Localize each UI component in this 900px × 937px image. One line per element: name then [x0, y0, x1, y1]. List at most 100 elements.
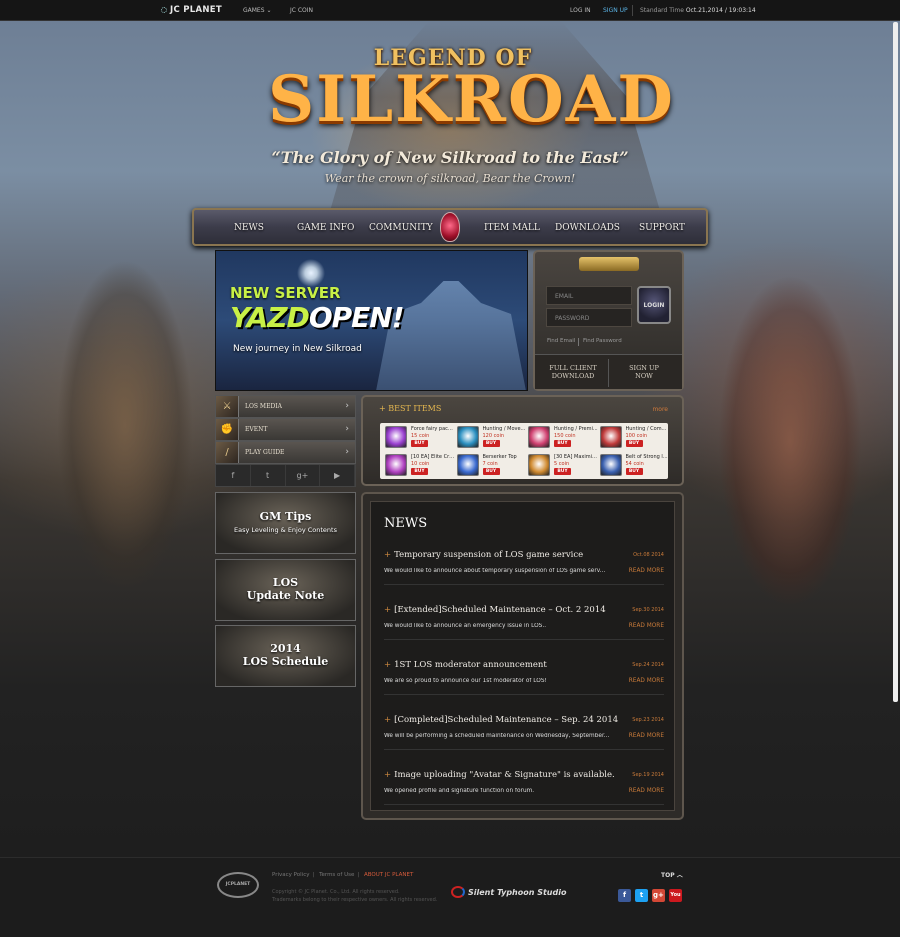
best-item[interactable]: Force fairy pack... 15 coin BUY — [383, 425, 455, 451]
item-image[interactable] — [456, 454, 479, 476]
games-menu[interactable]: GAMES ⌄ — [243, 7, 271, 14]
news-summary[interactable]: We are so proud to announce our 1st mode… — [384, 678, 622, 684]
item-name[interactable]: Hunting / Com... — [626, 426, 670, 432]
item-image[interactable] — [528, 426, 550, 448]
item-image[interactable] — [599, 454, 622, 476]
news-summary[interactable]: We would like to announce an emergency i… — [384, 623, 622, 629]
side-menu-los-media[interactable]: ⚔ LOS MEDIA › — [215, 395, 356, 418]
item-name[interactable]: [10 EA] Elite Cry... — [411, 454, 455, 460]
full-client-download-button[interactable]: FULL CLIENT DOWNLOAD — [543, 364, 603, 380]
news-summary[interactable]: We will be performing a scheduled mainte… — [384, 733, 622, 739]
terms-link[interactable]: Terms of Use — [319, 872, 354, 878]
buy-button[interactable]: BUY — [625, 468, 643, 475]
google-plus-icon[interactable]: g+ — [652, 889, 665, 902]
chevron-right-icon: › — [345, 447, 349, 457]
jc-planet-logo[interactable]: JC PLANET — [161, 5, 222, 15]
studio-logo[interactable]: Silent Typhoon Studio — [451, 886, 566, 898]
best-item[interactable]: Hunting / Move... 120 coin BUY — [455, 425, 526, 451]
item-name[interactable]: Berserker Top — [483, 454, 527, 460]
find-email-link[interactable]: Find Email — [547, 338, 575, 344]
read-more-link[interactable]: READ MORE — [629, 788, 664, 794]
news-title-text[interactable]: Image uploading "Avatar & Signature" is … — [394, 770, 615, 780]
scrollbar[interactable] — [893, 22, 898, 702]
signup-now-button[interactable]: SIGN UP NOW — [617, 364, 671, 380]
item-name[interactable]: Hunting / Premi... — [554, 426, 598, 432]
news-title[interactable]: + [Extended]Scheduled Maintenance – Oct. … — [384, 605, 606, 615]
email-field[interactable]: EMAIL — [546, 286, 632, 305]
youtube-icon[interactable]: ▶ — [320, 465, 355, 486]
buy-button[interactable]: BUY — [554, 468, 571, 475]
password-field[interactable]: PASSWORD — [546, 308, 632, 327]
news-title[interactable]: + [Completed]Scheduled Maintenance – Sep.… — [384, 715, 618, 725]
news-date: Oct.08 2014 — [633, 552, 664, 558]
news-title[interactable]: + Temporary suspension of LOS game servic… — [384, 550, 583, 560]
news-title-text[interactable]: Temporary suspension of LOS game service — [394, 550, 583, 560]
update-note-banner[interactable]: LOS Update Note — [215, 559, 356, 621]
buy-button[interactable]: BUY — [482, 468, 500, 475]
news-title-text[interactable]: [Completed]Scheduled Maintenance – Sep. … — [394, 715, 618, 725]
nav-news[interactable]: NEWS — [234, 223, 264, 233]
read-more-link[interactable]: READ MORE — [629, 623, 664, 629]
nav-community[interactable]: COMMUNITY — [369, 223, 433, 233]
twitter-icon[interactable]: t — [251, 465, 286, 486]
best-item[interactable]: Berserker Top 7 coin BUY — [455, 453, 526, 479]
youtube-icon[interactable]: You — [669, 889, 682, 902]
google-plus-icon[interactable]: g+ — [286, 465, 321, 486]
nav-item-mall[interactable]: ITEM MALL — [484, 223, 540, 233]
news-title-text[interactable]: 1ST LOS moderator announcement — [394, 660, 547, 670]
facebook-icon[interactable]: f — [618, 889, 631, 902]
find-password-link[interactable]: Find Password — [583, 338, 622, 344]
read-more-link[interactable]: READ MORE — [629, 568, 664, 574]
news-title[interactable]: + Image uploading "Avatar & Signature" is… — [384, 770, 615, 780]
buy-button[interactable]: BUY — [554, 440, 571, 447]
jc-planet-footer-logo[interactable]: JCPLANET — [217, 872, 259, 898]
news-summary[interactable]: We would like to announce about temporar… — [384, 568, 622, 574]
read-more-link[interactable]: READ MORE — [629, 678, 664, 684]
plus-icon: + — [384, 605, 392, 615]
best-item[interactable]: [30 EA] Maximiz... 5 coin BUY — [526, 453, 598, 479]
nav-downloads[interactable]: DOWNLOADS — [555, 223, 620, 233]
login-link[interactable]: LOG IN — [570, 7, 591, 14]
news-summary[interactable]: We opened profile and signature function… — [384, 788, 622, 794]
read-more-link[interactable]: READ MORE — [629, 733, 664, 739]
about-link[interactable]: ABOUT JC PLANET — [364, 872, 413, 878]
item-name[interactable]: Hunting / Move... — [483, 426, 527, 432]
back-to-top-button[interactable]: TOP ︿ — [661, 870, 683, 879]
game-logo[interactable]: SILKROAD — [268, 62, 673, 137]
social-links: f t g+ ▶ — [215, 464, 356, 487]
nav-game-info[interactable]: GAME INFO — [297, 223, 354, 233]
side-menu-play-guide[interactable]: / PLAY GUIDE › — [215, 441, 356, 464]
more-link[interactable]: more — [652, 406, 668, 413]
item-image[interactable] — [528, 454, 550, 476]
buy-button[interactable]: BUY — [411, 440, 428, 447]
side-menu-event[interactable]: ✊ EVENT › — [215, 418, 356, 441]
best-item[interactable]: [10 EA] Elite Cry... 10 coin BUY — [383, 453, 455, 479]
nav-support[interactable]: SUPPORT — [639, 223, 685, 233]
item-name[interactable]: Belt of Strong l... — [626, 454, 670, 460]
signup-link[interactable]: SIGN UP — [603, 7, 628, 14]
best-item[interactable]: Belt of Strong l... 54 coin BUY — [598, 453, 669, 479]
login-button[interactable]: LOGIN — [637, 286, 671, 324]
jc-coin-link[interactable]: JC COIN — [290, 7, 313, 14]
best-item[interactable]: Hunting / Premi... 150 coin BUY — [526, 425, 598, 451]
login-panel: EMAIL PASSWORD LOGIN Find Email Find Pas… — [533, 250, 684, 391]
promo-banner[interactable]: NEW SERVER YAZDOPEN! New journey in New … — [215, 250, 528, 391]
item-image[interactable] — [385, 454, 407, 476]
facebook-icon[interactable]: f — [216, 465, 251, 486]
buy-button[interactable]: BUY — [482, 440, 500, 447]
item-price: 5 coin — [554, 461, 570, 467]
item-image[interactable] — [385, 426, 407, 448]
privacy-policy-link[interactable]: Privacy Policy — [272, 872, 309, 878]
item-name[interactable]: Force fairy pack... — [411, 426, 455, 432]
news-title-text[interactable]: [Extended]Scheduled Maintenance – Oct. 2… — [394, 605, 606, 615]
twitter-icon[interactable]: t — [635, 889, 648, 902]
gm-tips-banner[interactable]: GM Tips Easy Leveling & Enjoy Contents — [215, 492, 356, 554]
item-image[interactable] — [599, 426, 622, 448]
item-image[interactable] — [456, 426, 479, 448]
buy-button[interactable]: BUY — [411, 468, 428, 475]
best-item[interactable]: Hunting / Com... 100 coin BUY — [598, 425, 669, 451]
news-title[interactable]: +1ST LOS moderator announcement — [384, 660, 547, 670]
item-name[interactable]: [30 EA] Maximiz... — [554, 454, 598, 460]
buy-button[interactable]: BUY — [625, 440, 643, 447]
schedule-banner[interactable]: 2014 LOS Schedule — [215, 625, 356, 687]
